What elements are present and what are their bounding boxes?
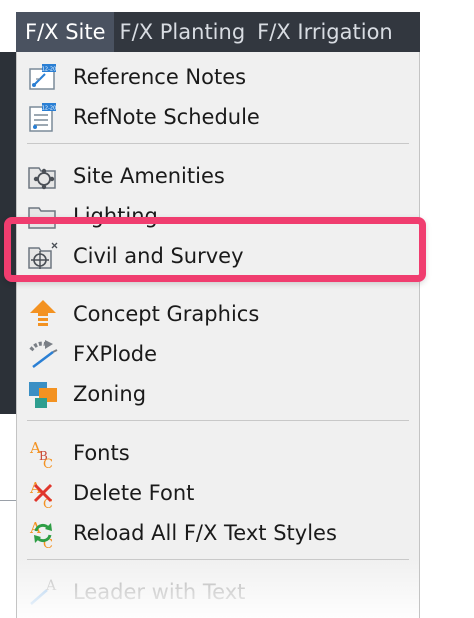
- menu-fx-site[interactable]: F/X Site: [16, 12, 114, 52]
- svg-text:C: C: [43, 457, 53, 469]
- site-amenities-icon: [27, 160, 59, 192]
- screenshot-stage: F/X Site F/X Planting F/X Irrigation 12-…: [0, 0, 474, 618]
- separator: [27, 559, 409, 560]
- background-line: [0, 500, 16, 501]
- svg-text:12-20: 12-20: [42, 67, 57, 73]
- menu-item-label: Reload All F/X Text Styles: [73, 521, 337, 545]
- menu-item-label: Zoning: [73, 382, 147, 406]
- menu-item-fxplode[interactable]: FXPlode: [17, 334, 419, 374]
- separator: [27, 420, 409, 421]
- menu-item-refnote-schedule[interactable]: 12-20 RefNote Schedule: [17, 97, 419, 137]
- refnote-schedule-icon: 12-20: [27, 101, 59, 133]
- menu-item-site-amenities[interactable]: Site Amenities: [17, 156, 419, 196]
- menu-item-delete-font[interactable]: A C Delete Font: [17, 473, 419, 513]
- menu-item-label: Fonts: [73, 441, 130, 465]
- svg-text:A: A: [45, 578, 57, 594]
- menu-item-label: Delete Font: [73, 481, 195, 505]
- fx-site-dropdown: 12-20 Reference Notes 12-20 RefNote Sche…: [16, 52, 420, 618]
- fxplode-icon: [27, 338, 59, 370]
- menu-item-concept-graphics[interactable]: Concept Graphics: [17, 294, 419, 334]
- highlight-frame: [4, 217, 426, 282]
- menu-item-label: Site Amenities: [73, 164, 225, 188]
- menu-bar: F/X Site F/X Planting F/X Irrigation: [16, 12, 420, 52]
- concept-graphics-icon: [27, 298, 59, 330]
- delete-font-icon: A C: [27, 477, 59, 512]
- zoning-icon: [27, 378, 59, 410]
- separator: [27, 143, 409, 144]
- svg-text:12-20: 12-20: [42, 106, 57, 112]
- menu-item-fonts[interactable]: A B C Fonts: [17, 433, 419, 473]
- menu-item-leader-with-text[interactable]: A Leader with Text: [17, 572, 419, 612]
- reload-text-styles-icon: A C: [27, 517, 59, 552]
- menu-item-label: RefNote Schedule: [73, 105, 260, 129]
- menu-fx-planting[interactable]: F/X Planting: [114, 12, 252, 52]
- menu-item-label: Reference Notes: [73, 65, 247, 89]
- menu-item-label: Concept Graphics: [73, 302, 260, 326]
- menu-item-label: FXPlode: [73, 342, 158, 366]
- menu-fx-irrigation[interactable]: F/X Irrigation: [251, 12, 399, 52]
- menu-item-zoning[interactable]: Zoning: [17, 374, 419, 414]
- reference-notes-icon: 12-20: [27, 61, 59, 93]
- menu-item-reload-text-styles[interactable]: A C Reload All F/X Text Styles: [17, 513, 419, 553]
- menu-item-reference-notes[interactable]: 12-20 Reference Notes: [17, 57, 419, 97]
- fonts-icon: A B C: [27, 437, 59, 472]
- menu-item-label: Leader with Text: [73, 580, 246, 604]
- leader-with-text-icon: A: [27, 576, 59, 608]
